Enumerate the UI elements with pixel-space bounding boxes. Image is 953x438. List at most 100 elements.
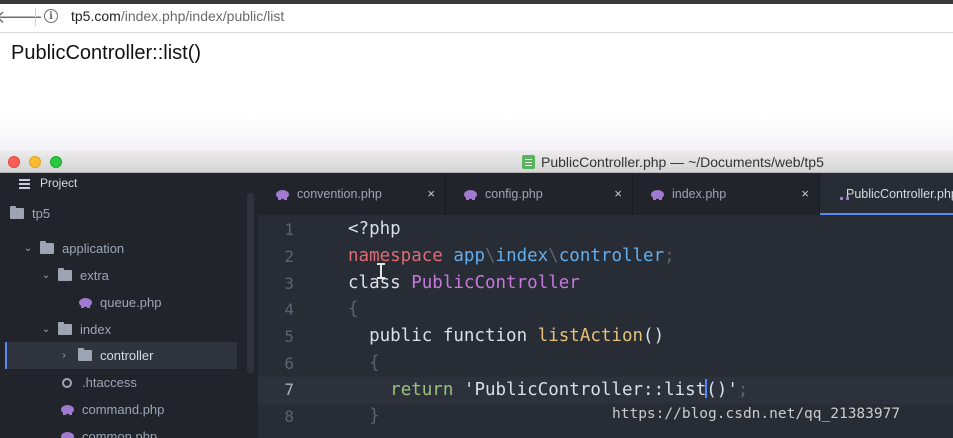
arrow-left-icon: 🡐 bbox=[0, 6, 44, 27]
list-icon bbox=[19, 178, 30, 189]
folder-icon bbox=[58, 268, 72, 281]
code-line-active[interactable]: 7 return 'PublicController::list()'; bbox=[258, 377, 953, 404]
php-file-icon bbox=[79, 298, 92, 308]
window-maximize-button[interactable] bbox=[50, 156, 62, 168]
folder-icon bbox=[10, 206, 24, 219]
class-name: PublicController bbox=[411, 273, 580, 293]
brace: { bbox=[348, 299, 359, 319]
tree-item-controller[interactable]: › controller bbox=[5, 342, 237, 369]
document-icon bbox=[522, 155, 535, 169]
tab-convention-php[interactable]: convention.php × bbox=[258, 173, 446, 215]
tree-item-label: index bbox=[80, 322, 112, 337]
line-number: 4 bbox=[284, 300, 294, 319]
parens: () bbox=[643, 326, 665, 346]
chevron-right-icon: › bbox=[62, 350, 66, 361]
tree-item-tp5[interactable]: tp5 bbox=[0, 200, 247, 227]
close-icon[interactable]: × bbox=[614, 186, 622, 201]
chevron-down-icon: ⌄ bbox=[41, 324, 51, 335]
tree-item-htaccess[interactable]: .htaccess bbox=[0, 369, 247, 396]
namespace-part: app bbox=[453, 246, 485, 266]
brace: { bbox=[369, 353, 380, 373]
tab-bar: convention.php × config.php × index.php … bbox=[258, 173, 953, 215]
php-file-icon bbox=[651, 189, 664, 200]
line-number: 7 bbox=[284, 380, 294, 399]
tree-item-label: .htaccess bbox=[82, 375, 137, 390]
semicolon: ; bbox=[664, 246, 675, 266]
url-host: tp5.com bbox=[71, 8, 121, 24]
tree-item-queue-php[interactable]: queue.php bbox=[0, 289, 247, 316]
line-number: 1 bbox=[284, 220, 294, 239]
tree-item-index[interactable]: ⌄ index bbox=[0, 316, 247, 343]
code-line[interactable]: 5 public function listAction() bbox=[258, 324, 953, 351]
code-line[interactable]: 3 class PublicController bbox=[258, 271, 953, 298]
namespace-part: index bbox=[495, 246, 549, 266]
tab-config-php[interactable]: config.php × bbox=[446, 173, 633, 215]
gear-icon bbox=[62, 377, 72, 388]
back-button[interactable]: 🡐 bbox=[0, 7, 43, 27]
window-title-text: PublicController.php — ~/Documents/web/t… bbox=[541, 154, 824, 170]
keyword: public function bbox=[369, 326, 528, 346]
code-editor[interactable]: 1 <?php 2 namespace app\index\controller… bbox=[258, 215, 953, 438]
function-name: listAction bbox=[537, 326, 644, 346]
close-icon[interactable]: × bbox=[427, 186, 435, 201]
semicolon: ; bbox=[737, 380, 749, 400]
project-panel-header[interactable]: Project bbox=[0, 173, 258, 193]
php-open-tag: <?php bbox=[348, 219, 401, 239]
window-title-bar[interactable]: PublicController.php — ~/Documents/web/t… bbox=[0, 151, 953, 173]
string-literal-end: ()' bbox=[706, 380, 738, 400]
project-tree-panel: Project tp5 ⌄ application ⌄ extra queue.… bbox=[0, 173, 258, 438]
brace: } bbox=[369, 406, 380, 426]
tab-label: config.php bbox=[485, 187, 543, 201]
code-line[interactable]: 1 <?php bbox=[258, 217, 953, 244]
watermark-text: https://blog.csdn.net/qq_21383977 bbox=[612, 406, 901, 422]
php-file-icon bbox=[61, 405, 74, 415]
namespace-part: controller bbox=[558, 246, 665, 266]
php-file-icon bbox=[276, 189, 289, 200]
line-number: 6 bbox=[284, 354, 294, 373]
project-panel-title: Project bbox=[40, 176, 78, 190]
chevron-down-icon: ⌄ bbox=[41, 270, 51, 281]
namespace-separator: \ bbox=[484, 246, 496, 266]
window-close-button[interactable] bbox=[8, 156, 20, 168]
line-number: 8 bbox=[284, 407, 294, 426]
sidebar-scrollbar[interactable] bbox=[247, 193, 254, 373]
code-line[interactable]: 6 { bbox=[258, 351, 953, 378]
tree-item-application[interactable]: ⌄ application bbox=[0, 235, 247, 262]
line-number: 5 bbox=[284, 327, 294, 346]
info-icon[interactable]: i bbox=[44, 9, 58, 23]
php-file-icon bbox=[61, 432, 74, 438]
tree-item-label: controller bbox=[100, 348, 154, 363]
chevron-down-icon: ⌄ bbox=[23, 243, 33, 254]
close-icon[interactable]: × bbox=[801, 186, 809, 201]
address-bar[interactable]: tp5.com/index.php/index/public/list bbox=[71, 8, 284, 24]
toolbar-divider bbox=[35, 8, 36, 26]
tree-item-label: command.php bbox=[82, 402, 165, 417]
string-literal: 'PublicController::list bbox=[463, 380, 707, 400]
tree-item-command-php[interactable]: command.php bbox=[0, 396, 247, 423]
tree-item-label: tp5 bbox=[32, 206, 51, 221]
text-cursor-icon bbox=[377, 263, 385, 279]
line-number: 2 bbox=[284, 247, 294, 266]
tab-publiccontroller-php[interactable]: PublicController.php bbox=[820, 173, 953, 215]
tab-index-php[interactable]: index.php × bbox=[633, 173, 820, 215]
code-line[interactable]: 2 namespace app\index\controller; bbox=[258, 244, 953, 271]
tree-item-label: application bbox=[62, 241, 125, 256]
tree-item-extra[interactable]: ⌄ extra bbox=[0, 262, 247, 289]
line-number: 3 bbox=[284, 274, 294, 293]
keyword: namespace bbox=[348, 246, 443, 266]
code-line[interactable]: 4 { bbox=[258, 297, 953, 324]
url-path: /index.php/index/public/list bbox=[120, 8, 285, 24]
window-minimize-button[interactable] bbox=[29, 156, 41, 168]
tab-label: index.php bbox=[672, 187, 727, 201]
tree-item-label: extra bbox=[80, 268, 109, 283]
namespace-separator: \ bbox=[548, 246, 559, 266]
tab-label: convention.php bbox=[297, 187, 382, 201]
tree-item-label: queue.php bbox=[100, 295, 162, 310]
folder-icon bbox=[58, 322, 72, 335]
keyword: class bbox=[348, 273, 401, 293]
keyword: return bbox=[390, 380, 454, 400]
editor-window: PublicController.php — ~/Documents/web/t… bbox=[0, 151, 953, 438]
tree-item-common-php[interactable]: common.php bbox=[0, 423, 247, 438]
page-content: PublicController::list() bbox=[0, 33, 953, 151]
tab-label: PublicController.php bbox=[846, 187, 953, 201]
